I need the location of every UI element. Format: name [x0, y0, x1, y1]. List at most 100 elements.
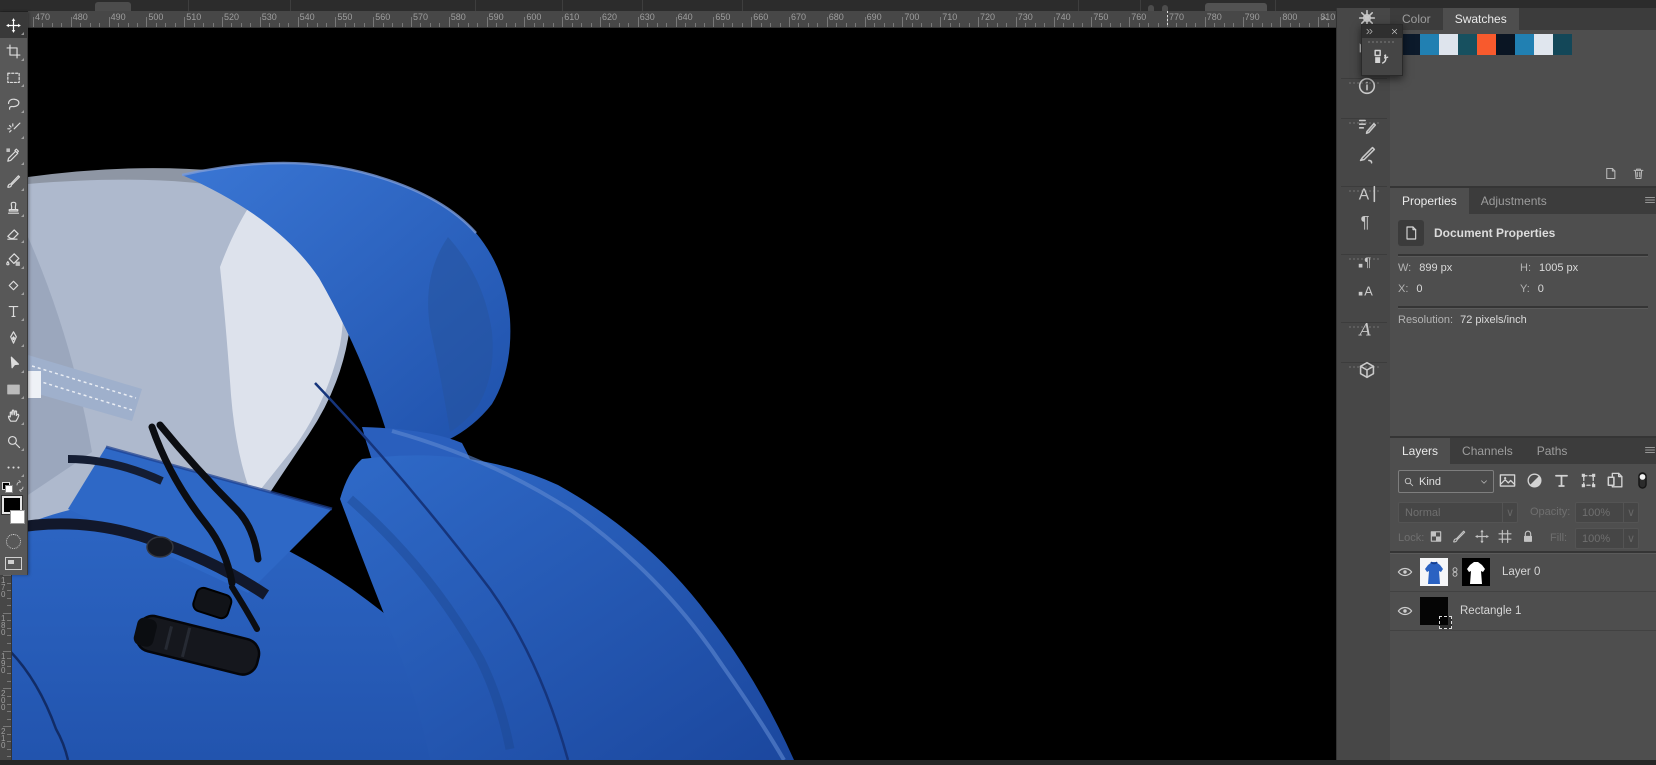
brush-settings-panel-icon[interactable] — [1356, 114, 1378, 138]
edit-toolbar[interactable] — [0, 454, 27, 480]
opacity-dropdown[interactable]: 100% ∨ — [1575, 502, 1639, 523]
panel-menu-icon[interactable] — [1644, 444, 1656, 456]
eyedropper-tool[interactable] — [0, 142, 27, 168]
clone-source-panel-icon[interactable] — [1371, 47, 1391, 69]
hand-tool[interactable] — [0, 402, 27, 428]
delete-swatch-icon[interactable] — [1631, 166, 1646, 181]
blend-mode-value: Normal — [1405, 506, 1441, 519]
tab-paths[interactable]: Paths — [1525, 438, 1580, 464]
lock-position-icon[interactable] — [1474, 528, 1490, 545]
filter-adjustment-icon[interactable] — [1525, 470, 1544, 491]
color-swatch[interactable] — [1553, 34, 1572, 55]
color-swatch[interactable] — [1477, 34, 1496, 55]
expand-panel-icon[interactable] — [1365, 27, 1374, 36]
tab-swatches[interactable]: Swatches — [1442, 8, 1519, 30]
lock-transparent-pixels-icon[interactable] — [1428, 528, 1444, 545]
floating-panel-body — [1362, 38, 1402, 75]
tab-layers[interactable]: Layers — [1390, 438, 1451, 464]
fill-dropdown[interactable]: 100% ∨ — [1575, 528, 1639, 549]
paragraph-panel-icon[interactable]: ¶ — [1356, 210, 1378, 234]
color-swatch[interactable] — [1458, 34, 1477, 55]
threed-panel-icon[interactable] — [1356, 358, 1378, 382]
mask-link-icon[interactable] — [1449, 563, 1461, 581]
layer-name[interactable]: Rectangle 1 — [1460, 605, 1521, 617]
color-swatch[interactable] — [1534, 34, 1553, 55]
layer-row[interactable]: Layer 0 — [1390, 553, 1656, 592]
glyphs-panel-icon[interactable]: A — [1356, 318, 1378, 342]
default-colors-icon[interactable] — [2, 482, 13, 493]
marquee-tool[interactable] — [0, 64, 27, 90]
layer-visibility-eye-icon[interactable] — [1390, 566, 1420, 578]
layer-row[interactable]: Rectangle 1 — [1390, 592, 1656, 631]
color-swatch[interactable] — [1515, 34, 1534, 55]
canvas-image[interactable] — [6, 27, 1336, 762]
type-tool[interactable] — [0, 298, 27, 324]
ruler-label: 710 — [942, 12, 958, 22]
lasso-tool[interactable] — [0, 90, 27, 116]
quick-mask-icon[interactable] — [6, 534, 21, 549]
path-select-tool[interactable] — [0, 350, 27, 376]
ruler-label: 750 — [1093, 12, 1109, 22]
info-panel-icon[interactable] — [1356, 74, 1378, 98]
brush-tool[interactable] — [0, 168, 27, 194]
ruler-label: 540 — [299, 12, 315, 22]
lock-image-pixels-icon[interactable] — [1451, 528, 1467, 545]
color-swatch[interactable] — [1401, 34, 1420, 55]
color-swatch[interactable] — [1439, 34, 1458, 55]
panel-menu-icon[interactable] — [1644, 194, 1656, 206]
close-icon[interactable] — [1390, 27, 1399, 36]
character-panel-icon[interactable]: A — [1356, 182, 1378, 206]
grip-handle[interactable] — [1368, 41, 1394, 43]
layer-mask-thumbnail[interactable] — [1462, 558, 1490, 586]
filter-image-icon[interactable] — [1498, 470, 1517, 491]
character-styles-panel-icon[interactable]: A — [1356, 278, 1378, 302]
new-swatch-icon[interactable] — [1603, 166, 1618, 181]
shape-diamond-tool[interactable] — [0, 272, 27, 298]
crop-tool[interactable] — [0, 38, 27, 64]
layer-thumbnail[interactable] — [1420, 558, 1448, 586]
layer-name[interactable]: Layer 0 — [1502, 566, 1540, 578]
dimension-x: X: 0 — [1398, 283, 1423, 295]
clone-stamp-tool[interactable] — [0, 194, 27, 220]
panel-dock: Color Swatches Properties Adjustments Do… — [1390, 8, 1656, 760]
swap-colors-icon[interactable] — [14, 480, 26, 492]
eraser-tool[interactable] — [0, 220, 27, 246]
gradient-bucket-tool[interactable] — [0, 246, 27, 272]
filter-type-icon[interactable] — [1552, 470, 1571, 491]
filter-toggle-switch[interactable] — [1633, 470, 1652, 491]
filter-smart-object-icon[interactable] — [1606, 470, 1625, 491]
layer-filter-kind-dropdown[interactable]: Kind — [1398, 470, 1494, 493]
magic-wand-tool[interactable] — [0, 116, 27, 142]
swatches-footer — [1603, 166, 1646, 181]
screen-mode-icon[interactable] — [5, 557, 22, 570]
filter-shape-icon[interactable] — [1579, 470, 1598, 491]
lock-artboard-icon[interactable] — [1497, 528, 1513, 545]
paragraph-styles-panel-icon[interactable]: ¶ — [1356, 250, 1378, 274]
rectangle-tool[interactable] — [0, 376, 27, 402]
search-icon — [1403, 476, 1415, 488]
vertical-ruler[interactable]: 170 180 190 200 210 — [0, 575, 12, 760]
ruler-label: 600 — [526, 12, 542, 22]
horizontal-ruler[interactable]: 470 480 490 500 510 520 530 540 550 560 570 580 590 6… — [28, 11, 1336, 28]
lock-all-icon[interactable] — [1520, 528, 1536, 545]
tab-channels[interactable]: Channels — [1450, 438, 1525, 464]
floating-panel-header[interactable] — [1362, 25, 1402, 38]
ruler-label: 700 — [904, 12, 920, 22]
background-color-chip[interactable] — [10, 510, 25, 524]
layer-thumbnail[interactable] — [1420, 597, 1452, 629]
ruler-label: 620 — [602, 12, 618, 22]
brushes-panel-icon[interactable] — [1356, 142, 1378, 166]
layer-visibility-eye-icon[interactable] — [1390, 605, 1420, 617]
blend-mode-dropdown[interactable]: Normal ∨ — [1398, 502, 1518, 523]
move-tool[interactable] — [0, 12, 27, 38]
tab-properties[interactable]: Properties — [1390, 188, 1469, 214]
color-swatch[interactable] — [1496, 34, 1515, 55]
document-dimensions: W: 899 px H: 1005 px X: 0 Y: 0 — [1398, 262, 1648, 295]
zoom-tool[interactable] — [0, 428, 27, 454]
ruler-label: 590 — [488, 12, 504, 22]
pen-tool[interactable] — [0, 324, 27, 350]
color-swatch[interactable] — [1420, 34, 1439, 55]
chevron-up-icon[interactable] — [1319, 13, 1330, 24]
ruler-label: 190 — [1, 651, 6, 675]
tab-adjustments[interactable]: Adjustments — [1469, 188, 1559, 214]
